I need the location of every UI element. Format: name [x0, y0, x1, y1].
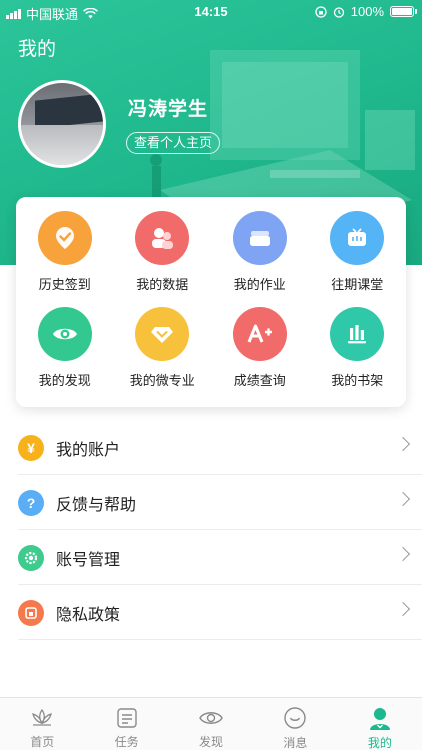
menu-item-privacy-policy[interactable]: 隐私政策: [0, 585, 422, 640]
grid-item-grade-query[interactable]: 成绩查询: [211, 307, 309, 389]
chevron-right-icon: [395, 546, 411, 562]
tab-label: 消息: [283, 736, 308, 750]
alarm-icon: [333, 6, 344, 18]
tab-label: 任务: [114, 735, 139, 749]
grid-item-label: 我的发现: [38, 373, 91, 388]
task-icon: [114, 706, 140, 729]
battery-fill: [392, 8, 412, 15]
menu-item-label: 账号管理: [56, 551, 121, 569]
page-title: 我的: [18, 39, 57, 60]
tab-home[interactable]: 首页: [0, 698, 84, 750]
profile-icon: [367, 706, 393, 730]
grid-item-my-bookshelf[interactable]: 我的书架: [309, 307, 407, 389]
menu-item-my-account[interactable]: ¥ 我的账户: [0, 420, 422, 475]
menu-item-label: 反馈与帮助: [56, 496, 137, 514]
tab-label: 发现: [199, 735, 224, 749]
home-lotus-icon: [29, 706, 55, 729]
menu-item-label: 我的账户: [56, 441, 121, 459]
yen-icon: ¥: [18, 434, 44, 461]
stack-icon: [232, 211, 287, 265]
settings-list: ¥ 我的账户 ? 反馈与帮助 账号管理 隐私政策: [0, 420, 422, 640]
feature-grid-card: 历史签到 我的数据 我的作业 往期课堂 我的发现 我的微专业 成绩查询 我的书架: [16, 197, 406, 407]
orientation-lock-icon: [315, 5, 327, 18]
avatar[interactable]: [18, 80, 106, 168]
menu-item-label: 隐私政策: [56, 606, 121, 624]
grid-item-label: 我的作业: [233, 277, 286, 292]
grid-item-label: 我的微专业: [129, 373, 195, 388]
tab-me[interactable]: 我的: [338, 698, 422, 750]
menu-item-account-management[interactable]: 账号管理: [0, 530, 422, 585]
battery-percent: 100%: [350, 4, 384, 19]
discover-eye-icon: [198, 706, 224, 729]
grid-item-label: 历史签到: [38, 277, 91, 292]
eye-icon: [37, 307, 92, 361]
question-icon: ?: [18, 489, 44, 516]
grid-item-label: 往期课堂: [331, 277, 384, 292]
grid-item-label: 我的书架: [331, 373, 384, 388]
diamond-icon: [135, 307, 190, 361]
grid-item-label: 成绩查询: [233, 373, 286, 388]
grid-item-label: 我的数据: [136, 277, 189, 292]
privacy-icon: [18, 599, 44, 626]
gear-icon: [18, 544, 44, 571]
grid-item-history-checkin[interactable]: 历史签到: [16, 211, 114, 293]
tab-label: 我的: [367, 736, 392, 750]
battery-icon: [390, 6, 417, 17]
people-icon: [135, 211, 190, 265]
grid-item-past-classes[interactable]: 往期课堂: [309, 211, 407, 293]
menu-item-feedback-help[interactable]: ? 反馈与帮助: [0, 475, 422, 530]
grid-item-my-discover[interactable]: 我的发现: [16, 307, 114, 389]
grid-item-my-micro-major[interactable]: 我的微专业: [114, 307, 212, 389]
status-bar: 中国联通 14:15 100%: [0, 0, 422, 24]
tab-tasks[interactable]: 任务: [84, 698, 168, 750]
chevron-right-icon: [395, 436, 411, 452]
grid-item-my-homework[interactable]: 我的作业: [211, 211, 309, 293]
grid-item-my-data[interactable]: 我的数据: [114, 211, 212, 293]
tab-label: 首页: [30, 735, 55, 749]
bookshelf-icon: [330, 307, 385, 361]
chevron-right-icon: [395, 601, 411, 617]
chevron-right-icon: [395, 491, 411, 507]
message-icon: [282, 706, 308, 730]
check-badge-icon: [37, 211, 92, 265]
bottom-tab-bar: 首页 任务 发现 消息 我的: [0, 697, 422, 750]
username: 冯涛学生: [128, 99, 209, 120]
tv-icon: [330, 211, 385, 265]
tab-messages[interactable]: 消息: [253, 698, 337, 750]
grade-a-plus-icon: [232, 307, 287, 361]
feature-grid: 历史签到 我的数据 我的作业 往期课堂 我的发现 我的微专业 成绩查询 我的书架: [16, 211, 406, 389]
view-profile-button[interactable]: 查看个人主页: [126, 132, 221, 154]
tab-discover[interactable]: 发现: [169, 698, 253, 750]
